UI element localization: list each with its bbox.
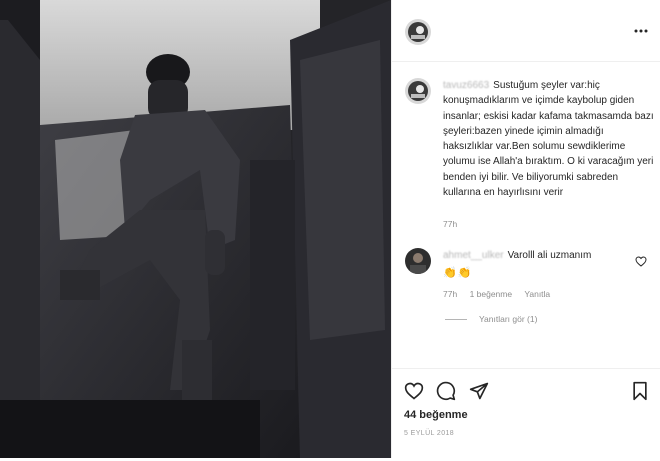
comment-timestamp: 77h — [443, 289, 458, 299]
heart-icon[interactable] — [404, 381, 424, 401]
post-photo — [0, 0, 391, 458]
reply-button[interactable]: Yanıtla — [524, 289, 550, 299]
soldier-photo-image — [0, 0, 391, 458]
view-replies-label: Yanıtları gör (1) — [479, 314, 538, 324]
likes-count[interactable]: 44 beğenme — [404, 409, 468, 421]
comment-username[interactable]: ahmet__ulker — [443, 250, 504, 261]
caption-body: Sustuğum şeyler var:hiç konuşmadıklarım … — [443, 80, 654, 199]
share-icon[interactable] — [469, 381, 489, 401]
clap-emoji: 👏👏 — [443, 267, 473, 279]
instagram-post-view: tavuz6663 Sustuğum şeyler var:hiç konuşma… — [0, 0, 660, 458]
caption-timestamp: 77h — [443, 219, 458, 229]
comment-text: ahmet__ulker Varolll ali uzmanım — [443, 248, 623, 263]
post-actions-bar: 44 beğenme 5 EYLÜL 2018 — [392, 368, 660, 461]
caption-username[interactable]: tavuz6663 — [443, 80, 489, 91]
heart-outline-icon[interactable] — [635, 254, 647, 267]
caption-author-avatar[interactable] — [405, 78, 431, 104]
post-header — [392, 0, 660, 62]
comment-body: Varolll ali uzmanım — [507, 250, 592, 261]
comment-meta: 77h 1 beğenme Yanıtla — [443, 289, 560, 299]
more-options-icon[interactable] — [633, 22, 649, 40]
replies-divider — [445, 318, 467, 320]
comment-likes-link[interactable]: 1 beğenme — [470, 289, 513, 299]
caption-text: tavuz6663 Sustuğum şeyler var:hiç konuşma… — [443, 78, 655, 200]
comment-icon[interactable] — [436, 381, 456, 401]
author-avatar[interactable] — [405, 19, 431, 45]
view-replies-button[interactable]: Yanıtları gör (1) — [445, 314, 537, 324]
commenter-avatar[interactable] — [405, 248, 431, 274]
bookmark-icon[interactable] — [630, 381, 650, 401]
post-details-panel: tavuz6663 Sustuğum şeyler var:hiç konuşma… — [391, 0, 660, 458]
post-date: 5 EYLÜL 2018 — [404, 430, 455, 437]
